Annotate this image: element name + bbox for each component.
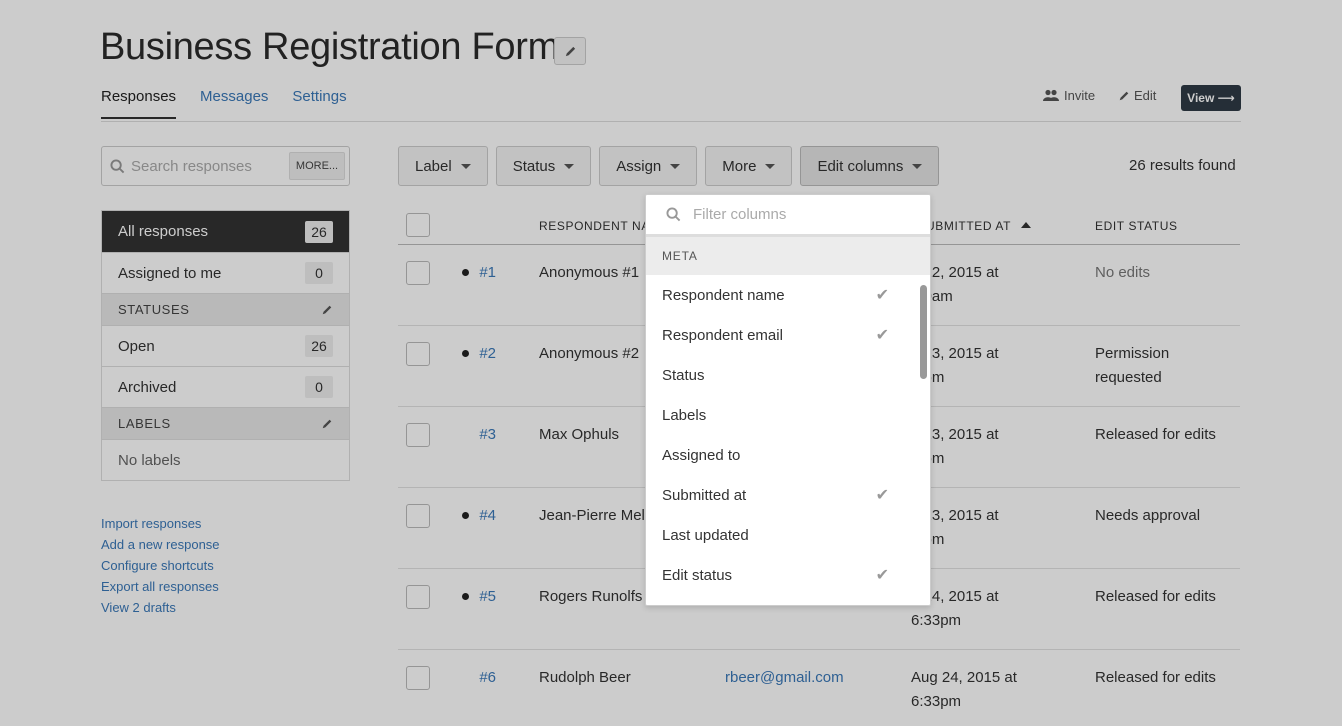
column-option-label: Respondent email	[662, 326, 783, 344]
column-option[interactable]: Last updated	[646, 515, 917, 555]
column-option[interactable]: Respondent email ✔	[646, 315, 917, 355]
filter-columns-box	[646, 195, 930, 237]
search-icon	[666, 207, 681, 222]
meta-section-header: META	[646, 237, 930, 275]
checkmark-icon: ✔	[875, 287, 889, 304]
column-option[interactable]: Status	[646, 355, 917, 395]
column-option-label: Submitted at	[662, 486, 747, 504]
filter-columns-input[interactable]	[693, 206, 893, 223]
column-option[interactable]: Submitted at ✔	[646, 475, 917, 515]
scrollbar-thumb[interactable]	[920, 285, 927, 379]
column-option-label: Assigned to	[662, 446, 741, 464]
column-option[interactable]: Labels	[646, 395, 917, 435]
column-option-label: Last updated	[662, 526, 749, 544]
checkmark-icon: ✔	[875, 487, 889, 504]
checkmark-icon: ✔	[875, 327, 889, 344]
column-option-label: Status	[662, 366, 705, 384]
column-option-label: Edit status	[662, 566, 733, 584]
edit-columns-dropdown: META Respondent name ✔ Respondent email ✔ St…	[645, 194, 931, 606]
column-option-label: Labels	[662, 406, 707, 424]
checkmark-icon: ✔	[875, 567, 889, 584]
column-option[interactable]: Edit status ✔	[646, 555, 917, 595]
column-options-list: META Respondent name ✔ Respondent email ✔ St…	[646, 237, 930, 595]
column-option[interactable]: Respondent name ✔	[646, 275, 917, 315]
column-option-label: Respondent name	[662, 286, 785, 304]
column-option[interactable]: Assigned to	[646, 435, 917, 475]
